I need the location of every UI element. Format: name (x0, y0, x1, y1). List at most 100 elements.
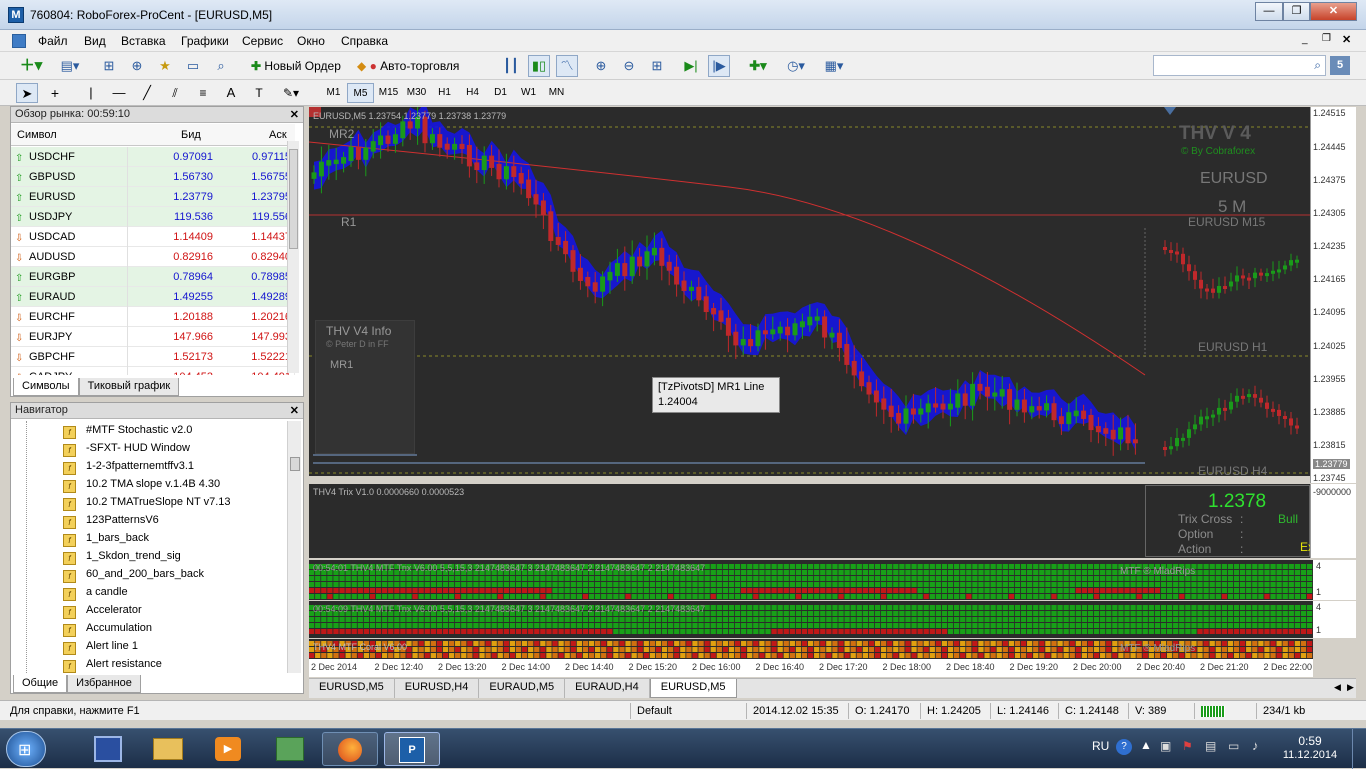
taskbar-media-app[interactable]: ▶ (200, 732, 256, 766)
connection-icon[interactable] (1194, 703, 1256, 719)
display-icon[interactable]: ▭ (1228, 739, 1239, 753)
horizontal-line-icon[interactable]: — (108, 83, 130, 103)
tf-w1[interactable]: W1 (515, 83, 542, 103)
start-button[interactable]: ⊞ (6, 731, 46, 767)
market-watch-scrollbar[interactable] (287, 141, 299, 373)
data-window-icon[interactable]: ⊕ (126, 55, 148, 77)
maximize-button[interactable]: ❐ (1283, 2, 1310, 21)
zoom-out-icon[interactable]: ⊖ (618, 55, 640, 77)
price-axis[interactable]: 1.24515 1.24445 1.24375 1.24305 1.24235 1.241… (1310, 107, 1356, 483)
navigator-item[interactable]: f 60_and_200_bars_back (63, 565, 204, 583)
chart-tab[interactable]: EURAUD,H4 (565, 679, 650, 698)
trendline-icon[interactable]: ╱ (136, 83, 158, 103)
text-icon[interactable]: A (220, 83, 242, 103)
col-symbol[interactable]: Символ (17, 129, 57, 141)
help-icon[interactable]: ? (1116, 739, 1132, 755)
autotrading-button[interactable]: ◆ ● Авто-торговля (352, 55, 486, 77)
tf-h1[interactable]: H1 (431, 83, 458, 103)
cursor-icon[interactable]: ➤ (16, 83, 38, 103)
menu-charts[interactable]: Графики (181, 34, 229, 48)
line-chart-icon[interactable]: 〽 (556, 55, 578, 77)
tabs-left-icon[interactable]: ◀ (1334, 682, 1341, 693)
navigator-item[interactable]: f Alert resistance (63, 655, 162, 673)
minimize-button[interactable]: — (1255, 2, 1283, 21)
tab-common[interactable]: Общие (13, 675, 68, 693)
market-watch-row[interactable]: ⇩CADJPY104.453104.491 (11, 367, 295, 375)
network-icon[interactable]: ▤ (1205, 739, 1216, 753)
taskbar-users-app[interactable] (262, 732, 318, 766)
indicators-icon[interactable]: ✚▾ (742, 55, 774, 77)
vertical-line-icon[interactable]: | (80, 83, 102, 103)
text-label-icon[interactable]: T (248, 83, 270, 103)
col-bid[interactable]: Бид (181, 129, 201, 141)
fibonacci-icon[interactable]: ≡ (192, 83, 214, 103)
zoom-in-icon[interactable]: ⊕ (590, 55, 612, 77)
market-watch-row[interactable]: ⇩ GBPCHF 1.52173 1.52221 (11, 347, 295, 367)
market-watch-row[interactable]: ⇧ USDJPY 119.536 119.556 (11, 207, 295, 227)
language-indicator[interactable]: RU (1092, 739, 1109, 753)
taskbar-save-app[interactable] (80, 732, 136, 766)
market-watch-row[interactable]: ⇩ EURCHF 1.20188 1.20216 (11, 307, 295, 327)
market-watch-row[interactable]: ⇧ GBPUSD 1.56730 1.56755 (11, 167, 295, 187)
menu-window[interactable]: Окно (297, 34, 325, 48)
close-button[interactable]: ✕ (1310, 2, 1357, 21)
navigator-item[interactable]: f 10.2 TMA slope v.1.4B 4.30 (63, 475, 220, 493)
tester-icon[interactable]: ⌕ (210, 55, 232, 77)
taskbar-mt4-app[interactable]: P (384, 732, 440, 766)
profiles-icon[interactable]: ▤▾ (54, 55, 86, 77)
crosshair-icon[interactable]: + (44, 83, 66, 103)
child-restore-icon[interactable]: ❐ (1322, 33, 1331, 44)
child-minimize-icon[interactable]: _ (1302, 34, 1308, 45)
market-watch-row[interactable]: ⇩ AUDUSD 0.82916 0.82940 (11, 247, 295, 267)
clock-date[interactable]: 11.12.2014 (1280, 749, 1340, 761)
navigator-item[interactable]: f 10.2 TMATrueSlope NT v7.13 (63, 493, 231, 511)
market-watch-row[interactable]: ⇧ EURAUD 1.49255 1.49289 (11, 287, 295, 307)
market-watch-close-icon[interactable]: ✕ (290, 108, 299, 121)
chart-tab[interactable]: EURUSD,H4 (395, 679, 480, 698)
navigator-item[interactable]: f Accumulation (63, 619, 152, 637)
navigator-item[interactable]: f 1_bars_back (63, 529, 149, 547)
main-chart[interactable]: EURUSD,M5 1.23754 1.23779 1.23738 1.2377… (309, 107, 1310, 476)
taskbar-explorer-app[interactable] (140, 732, 196, 766)
menu-insert[interactable]: Вставка (121, 34, 166, 48)
autoscroll-icon[interactable]: |▶ (708, 55, 730, 77)
tf-m5[interactable]: M5 (347, 83, 374, 103)
action-center-icon[interactable]: ⚑ (1182, 739, 1193, 753)
new-order-button[interactable]: ✚ Новый Ордер (246, 55, 346, 77)
clock-time[interactable]: 0:59 (1290, 734, 1330, 748)
templates-icon[interactable]: ▦▾ (818, 55, 850, 77)
tf-mn[interactable]: MN (543, 83, 570, 103)
navigator-item[interactable]: fa candle (63, 583, 128, 601)
new-chart-icon[interactable]: ＋▾ (16, 55, 46, 77)
tab-tick-chart[interactable]: Тиковый график (78, 378, 180, 396)
chart-icon[interactable] (12, 34, 26, 48)
chart-tab[interactable]: EURUSD,M5 (309, 679, 395, 698)
tf-m30[interactable]: M30 (403, 83, 430, 103)
tray-expand-icon[interactable]: ▲ (1140, 738, 1152, 752)
price-chart-canvas[interactable] (309, 107, 1310, 476)
navigator-item[interactable]: f -SFXT- HUD Window (63, 439, 190, 457)
mtf-coral-panel[interactable]: THV4 MTF Coral V6.00 MTF ® MladRips (309, 639, 1313, 659)
navigator-icon[interactable]: ★ (154, 55, 176, 77)
shapes-icon[interactable]: ✎▾ (276, 83, 306, 103)
tf-m1[interactable]: M1 (320, 83, 347, 103)
search-icon[interactable]: ⌕ (1314, 58, 1321, 73)
channel-icon[interactable]: ⫽ (164, 83, 186, 103)
chart-tab[interactable]: EURUSD,M5 (649, 679, 737, 698)
status-profile[interactable]: Default (630, 703, 746, 719)
mtf-trix-panel-2[interactable]: 00:54:09 THV4 MTF Trix V6.00 5,5,15,3 21… (309, 601, 1313, 638)
mtf-trix-panel-1[interactable]: 00:54:01 THV4 MTF Trix V6.00 5,5,15,3 21… (309, 560, 1313, 600)
navigator-item[interactable]: f Accelerator (63, 601, 142, 619)
tf-m15[interactable]: M15 (375, 83, 402, 103)
bar-chart-icon[interactable]: ┃┃ (500, 55, 522, 77)
navigator-scrollbar[interactable] (287, 421, 301, 673)
market-watch-row[interactable]: ⇩ EURJPY 147.966 147.993 (11, 327, 295, 347)
market-watch-row[interactable]: ⇧ EURGBP 0.78964 0.78985 (11, 267, 295, 287)
periods-icon[interactable]: ◷▾ (780, 55, 812, 77)
scrollbar-thumb[interactable] (289, 149, 298, 249)
child-close-icon[interactable]: ✕ (1342, 33, 1351, 46)
navigator-close-icon[interactable]: ✕ (290, 404, 299, 417)
navigator-item[interactable]: f #MTF Stochastic v2.0 (63, 421, 192, 439)
menu-file[interactable]: Файл (38, 34, 68, 48)
market-watch-row[interactable]: ⇧ USDCHF 0.97091 0.97115 (11, 147, 295, 167)
